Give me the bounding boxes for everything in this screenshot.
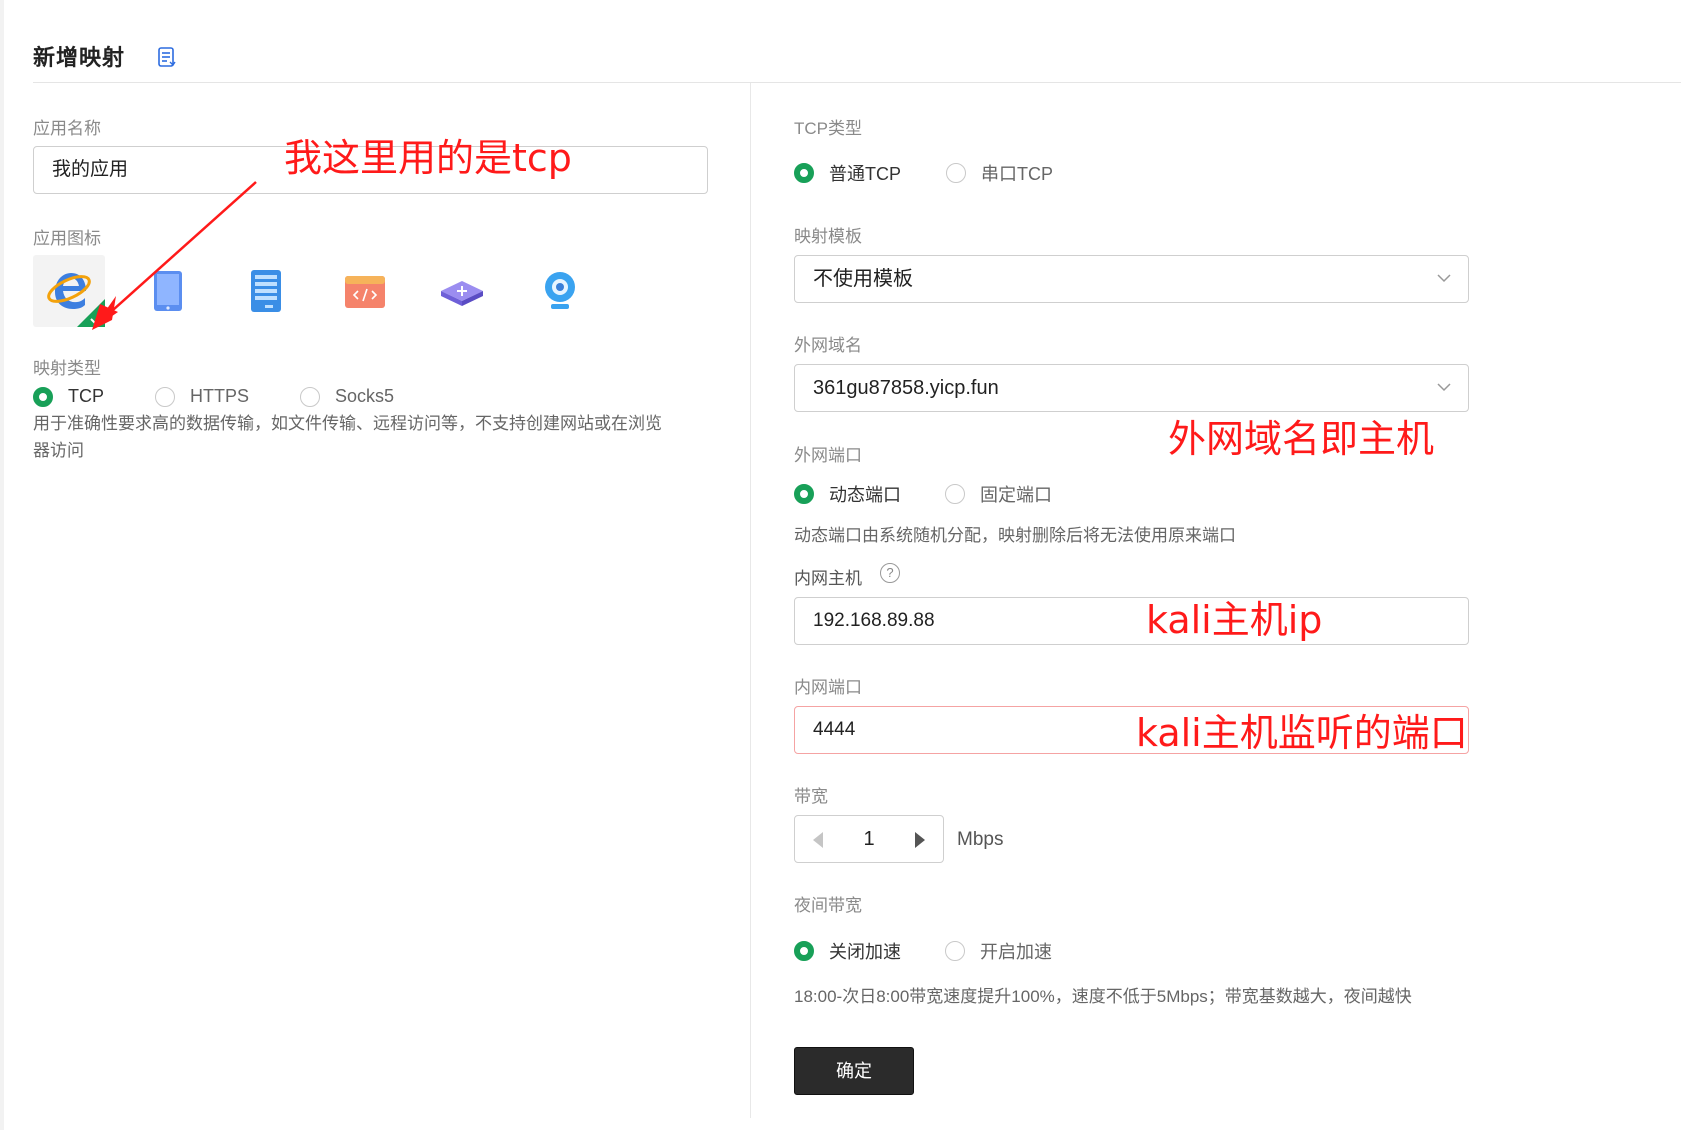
radio-unchecked-icon bbox=[155, 386, 175, 407]
radio-unchecked-icon bbox=[945, 941, 965, 961]
chevron-down-icon bbox=[1437, 274, 1451, 283]
bandwidth-label: 带宽 bbox=[794, 787, 828, 806]
tcp-type-normal[interactable]: 普通TCP bbox=[794, 160, 901, 186]
radio-checked-icon bbox=[794, 484, 814, 504]
map-type-https-label: HTTPS bbox=[190, 386, 250, 406]
map-type-tcp-label: TCP bbox=[68, 386, 104, 406]
radio-unchecked-icon bbox=[945, 484, 965, 504]
ext-port-dynamic[interactable]: 动态端口 bbox=[794, 481, 901, 507]
column-divider bbox=[750, 83, 751, 1118]
page-title: 新增映射 bbox=[33, 45, 126, 70]
header: 新增映射 bbox=[33, 0, 1681, 83]
int-port-label: 内网端口 bbox=[794, 678, 862, 697]
template-select-value: 不使用模板 bbox=[813, 268, 913, 290]
bandwidth-stepper[interactable]: 1 bbox=[794, 815, 944, 863]
ext-port-fixed-label: 固定端口 bbox=[980, 485, 1052, 505]
ext-port-label: 外网端口 bbox=[794, 446, 862, 465]
radio-checked-icon bbox=[33, 386, 53, 407]
server-icon bbox=[251, 270, 281, 312]
page: 新增映射 应用名称 我的应用 应用图标 映射类型 TCP HTTPS Socks… bbox=[0, 0, 1681, 1130]
radio-checked-icon bbox=[794, 941, 814, 961]
app-icon-label: 应用图标 bbox=[33, 229, 101, 248]
map-type-description-line1: 用于准确性要求高的数据传输，如文件传输、远程访问等，不支持创建网站或在浏览 bbox=[33, 414, 662, 433]
app-icon-option-tablet[interactable] bbox=[131, 255, 203, 327]
int-host-label: 内网主机 bbox=[794, 569, 862, 588]
tcp-type-serial[interactable]: 串口TCP bbox=[946, 160, 1053, 186]
app-icon-option-server[interactable] bbox=[229, 255, 301, 327]
tcp-type-serial-label: 串口TCP bbox=[981, 164, 1053, 184]
domain-select[interactable]: 361gu87858.yicp.fun bbox=[794, 364, 1469, 412]
map-type-tcp[interactable]: TCP bbox=[33, 386, 104, 407]
app-icon-option-ie[interactable] bbox=[33, 255, 105, 327]
domain-label: 外网域名 bbox=[794, 336, 862, 355]
annotation-domain: 外网域名即主机 bbox=[1168, 417, 1435, 461]
map-type-socks5-label: Socks5 bbox=[335, 386, 395, 406]
code-window-icon bbox=[345, 276, 385, 308]
map-type-description-line2: 器访问 bbox=[33, 441, 84, 460]
radio-checked-icon bbox=[794, 163, 814, 183]
radio-unchecked-icon bbox=[946, 163, 966, 183]
map-type-description: 用于准确性要求高的数据传输，如文件传输、远程访问等，不支持创建网站或在浏览 器访… bbox=[33, 410, 733, 464]
night-accel-on[interactable]: 开启加速 bbox=[945, 938, 1052, 964]
help-icon[interactable]: ? bbox=[880, 563, 900, 583]
night-bandwidth-label: 夜间带宽 bbox=[794, 896, 862, 915]
increment-icon[interactable] bbox=[915, 832, 925, 848]
bandwidth-unit: Mbps bbox=[957, 829, 1004, 850]
router-icon bbox=[441, 281, 483, 306]
int-host-input[interactable]: 192.168.89.88 bbox=[794, 597, 1469, 645]
app-icon-option-router[interactable] bbox=[425, 255, 497, 327]
radio-unchecked-icon bbox=[300, 386, 320, 407]
annotation-port: kali主机监听的端口 bbox=[1136, 711, 1468, 755]
night-bandwidth-description: 18:00-次日8:00带宽速度提升100%，速度不低于5Mbps；带宽基数越大… bbox=[794, 987, 1412, 1006]
chevron-down-icon bbox=[1437, 383, 1451, 392]
map-type-https[interactable]: HTTPS bbox=[155, 386, 249, 407]
ie-browser-icon bbox=[47, 273, 105, 327]
tcp-type-label: TCP类型 bbox=[794, 119, 862, 138]
document-icon[interactable] bbox=[158, 47, 176, 68]
webcam-icon bbox=[545, 272, 575, 309]
left-edge bbox=[0, 0, 4, 1130]
map-type-label: 映射类型 bbox=[33, 359, 101, 378]
app-icon-option-code[interactable] bbox=[327, 255, 399, 327]
app-name-label: 应用名称 bbox=[33, 119, 101, 138]
ext-port-fixed[interactable]: 固定端口 bbox=[945, 481, 1052, 507]
map-type-socks5[interactable]: Socks5 bbox=[300, 386, 394, 407]
tablet-icon bbox=[154, 271, 182, 311]
night-accel-off[interactable]: 关闭加速 bbox=[794, 938, 901, 964]
template-select[interactable]: 不使用模板 bbox=[794, 255, 1469, 303]
tcp-type-normal-label: 普通TCP bbox=[829, 164, 901, 184]
annotation-tcp: 我这里用的是tcp bbox=[284, 136, 572, 180]
template-label: 映射模板 bbox=[794, 227, 862, 246]
annotation-host: kali主机ip bbox=[1146, 598, 1323, 642]
app-icon-option-webcam[interactable] bbox=[523, 255, 595, 327]
ext-port-description: 动态端口由系统随机分配，映射删除后将无法使用原来端口 bbox=[794, 526, 1236, 545]
domain-select-value: 361gu87858.yicp.fun bbox=[813, 377, 999, 399]
confirm-button[interactable]: 确定 bbox=[794, 1047, 914, 1095]
night-accel-off-label: 关闭加速 bbox=[829, 942, 901, 962]
night-accel-on-label: 开启加速 bbox=[980, 942, 1052, 962]
ext-port-dynamic-label: 动态端口 bbox=[829, 485, 901, 505]
